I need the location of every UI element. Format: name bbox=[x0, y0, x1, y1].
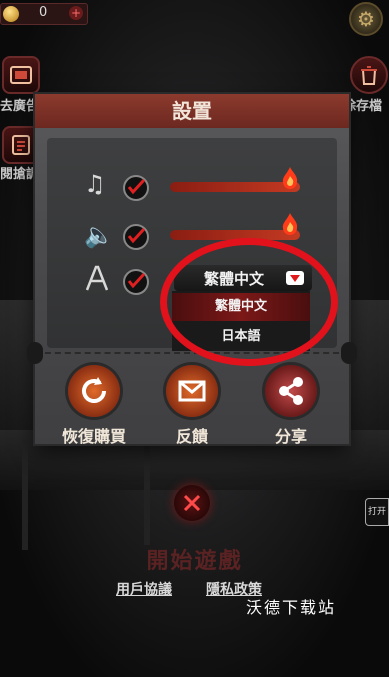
flame-slider-knob-icon[interactable] bbox=[281, 166, 299, 190]
background-post bbox=[22, 440, 28, 550]
language-checkbox[interactable] bbox=[123, 269, 149, 295]
checkmark-icon bbox=[127, 178, 146, 195]
feedback-button[interactable] bbox=[166, 365, 218, 417]
dialog-title: 設置 bbox=[172, 99, 212, 123]
music-toggle-checkbox[interactable] bbox=[123, 175, 149, 201]
watermark-text: 沃德下载站 bbox=[246, 598, 337, 617]
add-coins-button[interactable]: + bbox=[69, 6, 83, 20]
share-icon bbox=[279, 377, 303, 405]
document-icon bbox=[12, 135, 30, 155]
share-button[interactable] bbox=[265, 365, 317, 417]
highlight-circle bbox=[160, 238, 338, 366]
close-button[interactable] bbox=[174, 485, 210, 521]
coin-icon bbox=[3, 6, 19, 22]
settings-gear-icon[interactable]: ⚙ bbox=[349, 2, 383, 36]
mail-icon bbox=[178, 380, 206, 402]
ticket-notch bbox=[27, 342, 43, 364]
delete-save-button[interactable] bbox=[350, 56, 388, 94]
refresh-icon bbox=[82, 377, 106, 403]
user-agreement-link[interactable]: 用戶協議 bbox=[116, 579, 172, 599]
checkmark-icon bbox=[127, 272, 146, 289]
flame-slider-knob-icon[interactable] bbox=[281, 212, 299, 236]
side-feature-label: 閱搶調 bbox=[0, 167, 40, 182]
speaker-icon: 🔈 bbox=[84, 221, 114, 249]
checkmark-icon bbox=[127, 227, 146, 244]
coin-counter: 0 + bbox=[0, 3, 88, 25]
close-icon bbox=[183, 494, 201, 512]
film-icon bbox=[10, 66, 32, 84]
restore-purchase-button[interactable] bbox=[68, 365, 120, 417]
restore-purchase-label: 恢復購買 bbox=[61, 427, 126, 446]
start-game-button[interactable]: 開始遊戲 bbox=[0, 543, 389, 575]
background-post bbox=[144, 445, 150, 545]
sound-toggle-checkbox[interactable] bbox=[123, 224, 149, 250]
ticket-notch bbox=[341, 342, 357, 364]
feedback-label: 反饋 bbox=[175, 427, 208, 446]
remove-ads-label: 去廣告 bbox=[0, 99, 40, 114]
remove-ads-button[interactable] bbox=[2, 56, 40, 94]
language-font-icon bbox=[85, 265, 109, 291]
coin-value: 0 bbox=[39, 5, 48, 20]
music-note-icon: ♫ bbox=[84, 170, 106, 198]
share-label: 分享 bbox=[274, 427, 307, 446]
side-open-tab[interactable]: 打开 bbox=[365, 498, 389, 526]
trash-icon bbox=[361, 66, 377, 85]
